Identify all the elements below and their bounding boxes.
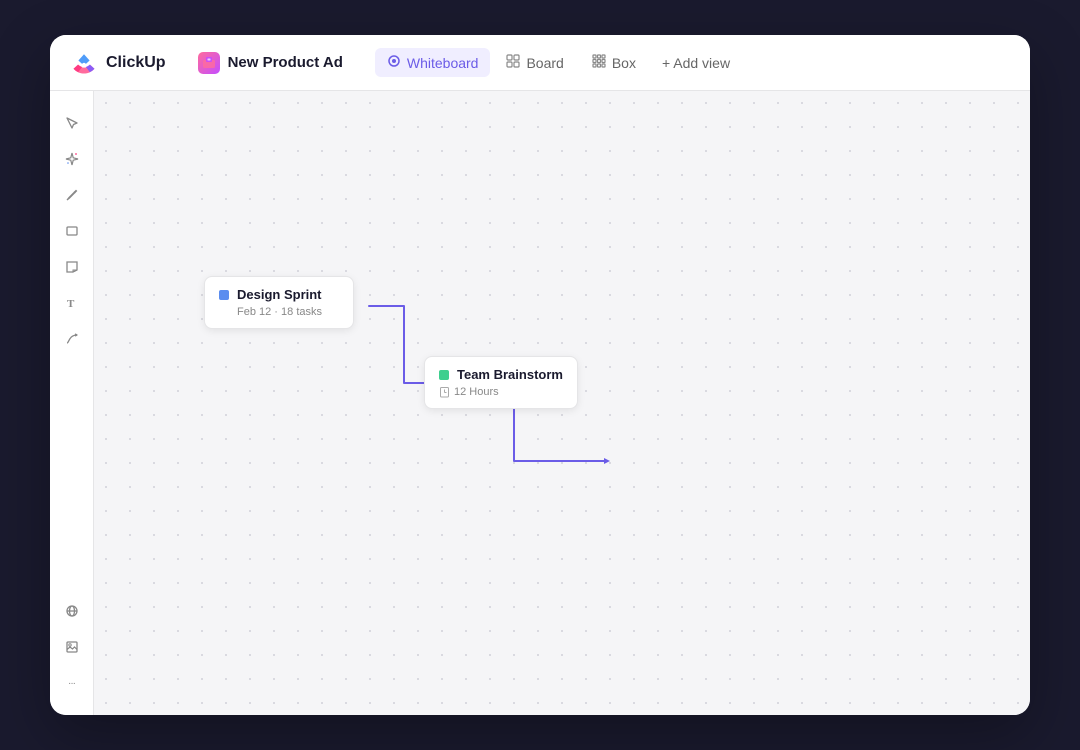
- main-content: T ···: [50, 91, 1030, 715]
- clickup-logo-icon: [70, 49, 98, 77]
- app-name: ClickUp: [106, 54, 166, 72]
- card-header: Design Sprint: [219, 287, 339, 302]
- clock-icon: [439, 387, 450, 398]
- app-window: ClickUp New Product Ad Whi: [50, 35, 1030, 715]
- board-icon: [506, 54, 520, 71]
- svg-text:T: T: [67, 298, 75, 310]
- add-view-label: + Add view: [662, 55, 730, 71]
- header: ClickUp New Product Ad Whi: [50, 35, 1030, 91]
- tool-rectangle[interactable]: [56, 215, 88, 247]
- card-meta: Feb 12 · 18 tasks: [219, 306, 339, 318]
- tab-board-label: Board: [526, 55, 563, 71]
- card-team-brainstorm[interactable]: Team Brainstorm 12 Hours: [424, 356, 578, 409]
- card-title: Team Brainstorm: [457, 367, 563, 382]
- project-name: New Product Ad: [228, 54, 343, 71]
- tool-more[interactable]: ···: [56, 667, 88, 699]
- add-view-button[interactable]: + Add view: [652, 49, 740, 77]
- tab-box-label: Box: [612, 55, 636, 71]
- card-design-sprint[interactable]: Design Sprint Feb 12 · 18 tasks: [204, 276, 354, 329]
- project-name-area[interactable]: New Product Ad: [190, 48, 351, 78]
- canvas[interactable]: Design Sprint Feb 12 · 18 tasks Team Bra…: [94, 91, 1030, 715]
- card-hours: 12 Hours: [454, 386, 499, 398]
- whiteboard-icon: [387, 54, 401, 71]
- tool-text[interactable]: T: [56, 287, 88, 319]
- tool-pen[interactable]: [56, 179, 88, 211]
- card-meta: 12 Hours: [439, 386, 563, 398]
- tab-whiteboard-label: Whiteboard: [407, 55, 479, 71]
- tool-sticky[interactable]: [56, 251, 88, 283]
- card-color-indicator: [219, 290, 229, 300]
- box-icon: [592, 54, 606, 71]
- logo-area[interactable]: ClickUp: [70, 49, 166, 77]
- card-color-indicator: [439, 370, 449, 380]
- tab-box[interactable]: Box: [580, 48, 648, 77]
- tab-whiteboard[interactable]: Whiteboard: [375, 48, 491, 77]
- nav-tabs: Whiteboard Board: [375, 48, 740, 77]
- tool-select[interactable]: [56, 107, 88, 139]
- tool-magic[interactable]: [56, 143, 88, 175]
- card-header: Team Brainstorm: [439, 367, 563, 382]
- tab-board[interactable]: Board: [494, 48, 575, 77]
- project-icon: [198, 52, 220, 74]
- tool-globe[interactable]: [56, 595, 88, 627]
- card-title: Design Sprint: [237, 287, 322, 302]
- toolbar-sidebar: T ···: [50, 91, 94, 715]
- tool-image[interactable]: [56, 631, 88, 663]
- tool-connector[interactable]: [56, 323, 88, 355]
